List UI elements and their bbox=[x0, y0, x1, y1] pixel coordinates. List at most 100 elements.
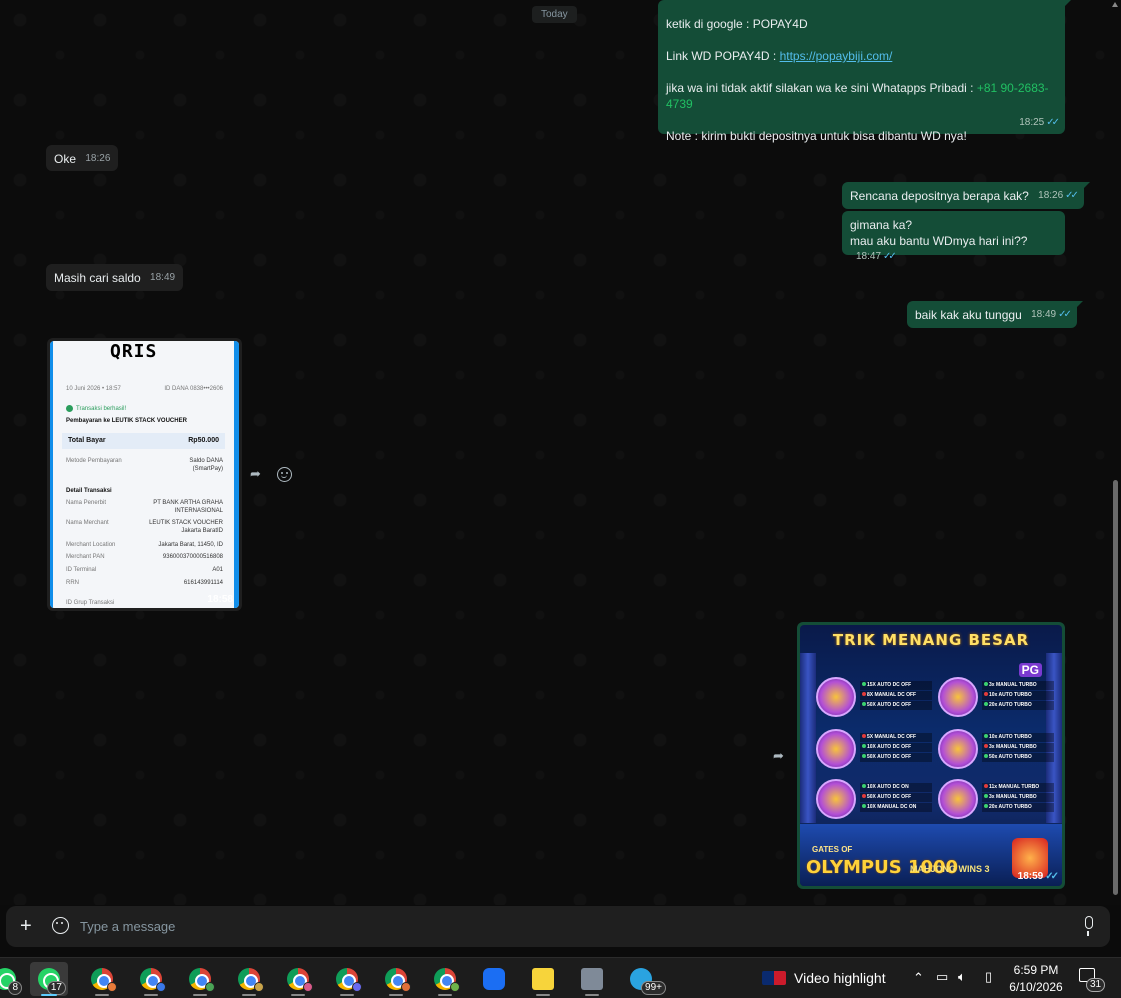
taskbar-app-chrome[interactable] bbox=[83, 962, 121, 996]
image-message-receipt[interactable]: QRIS 10 Juni 2026 • 18:57 ID DANA 0838••… bbox=[47, 338, 242, 611]
running-indicator bbox=[585, 994, 599, 996]
widget-headline[interactable]: Video highlight bbox=[794, 970, 886, 986]
message-incoming[interactable]: Oke 18:26 bbox=[46, 145, 119, 171]
receipt-method-label: Metode Pembayaran bbox=[66, 458, 122, 464]
message-text: Note : kirim bukti depositnya untuk bisa… bbox=[666, 129, 967, 143]
message-line: mau aku bantu WDmya hari ini??18:47 ✓✓ bbox=[850, 233, 1057, 265]
receipt-row-value: LEUTIK STACK VOUCHER Jakarta BaratID bbox=[149, 520, 223, 534]
message-text: baik kak aku tunggu bbox=[915, 308, 1022, 322]
game-card: 11x MANUAL TURBO 3x MANUAL TURBO 20x AUT… bbox=[938, 779, 1056, 823]
message-incoming[interactable]: Masih cari saldo 18:49 bbox=[46, 264, 184, 291]
read-receipt-icon: ✓✓ bbox=[1065, 190, 1079, 201]
message-input[interactable] bbox=[80, 914, 1060, 938]
profile-avatar bbox=[254, 982, 264, 992]
read-receipt-icon: ✓✓ bbox=[1058, 309, 1072, 320]
taskbar-badge: 99+ bbox=[641, 981, 666, 995]
read-receipt-icon: ✓✓ bbox=[1045, 871, 1059, 882]
message-meta: 18:47 ✓✓ bbox=[856, 249, 897, 265]
volume-icon[interactable]: 🔈︎ bbox=[958, 969, 966, 985]
message-text: mau aku bantu WDmya hari ini?? bbox=[850, 234, 1028, 248]
scroll-up-arrow-icon[interactable] bbox=[1112, 2, 1118, 7]
taskbar-app-chrome[interactable] bbox=[377, 962, 415, 996]
receipt-row-value: Jakarta Barat, 11450, ID bbox=[158, 542, 223, 548]
receipt-row: RRN 616143991114 bbox=[66, 579, 223, 587]
chat-panel[interactable]: Today ketik di google : POPAY4D Link WD … bbox=[0, 0, 1121, 905]
receipt-border bbox=[50, 341, 53, 608]
mlb-logo-icon bbox=[762, 971, 786, 985]
network-icon[interactable]: ▭ bbox=[936, 969, 948, 985]
forward-icon[interactable]: ➦ bbox=[773, 748, 784, 764]
running-indicator bbox=[95, 994, 109, 996]
taskbar-app-chrome[interactable] bbox=[279, 962, 317, 996]
taskbar-app-chrome[interactable] bbox=[181, 962, 219, 996]
forward-icon[interactable]: ➦ bbox=[250, 466, 261, 482]
running-indicator bbox=[193, 994, 207, 996]
taskbar-app-chrome[interactable] bbox=[328, 962, 366, 996]
chat-scrollbar-thumb[interactable] bbox=[1113, 480, 1118, 895]
taskbar-app-whatsapp[interactable]: 8 bbox=[0, 962, 24, 996]
chevron-up-icon[interactable]: ⌃ bbox=[913, 970, 924, 986]
attach-plus-icon[interactable]: + bbox=[20, 916, 32, 936]
game-icon bbox=[816, 729, 856, 769]
message-text: Masih cari saldo bbox=[54, 271, 141, 285]
running-indicator bbox=[389, 994, 403, 996]
taskbar-badge: 17 bbox=[46, 981, 66, 995]
taskbar-app-chrome[interactable] bbox=[132, 962, 170, 996]
taskbar-app-chrome[interactable] bbox=[426, 962, 464, 996]
microphone-icon[interactable] bbox=[1085, 916, 1093, 936]
receipt-image[interactable]: QRIS 10 Juni 2026 • 18:57 ID DANA 0838••… bbox=[50, 341, 239, 608]
receipt-header-row: 10 Juni 2026 • 18:57 ID DANA 0838•••2606 bbox=[66, 385, 223, 393]
game-icon bbox=[938, 779, 978, 819]
wd-link[interactable]: https://popaybiji.com/ bbox=[780, 49, 893, 63]
message-outgoing[interactable]: Rencana depositnya berapa kak? 18:26 ✓✓ bbox=[842, 182, 1090, 209]
read-receipt-icon: ✓✓ bbox=[883, 251, 897, 262]
receipt-detail-title-text: Detail Transaksi bbox=[66, 488, 112, 494]
taskbar-app-chrome[interactable] bbox=[230, 962, 268, 996]
clock-date: 6/10/2026 bbox=[1009, 980, 1063, 994]
taskbar-app-whatsapp-active[interactable]: 17 bbox=[30, 962, 68, 996]
system-clock[interactable]: 6:59 PM 6/10/2026 bbox=[1008, 962, 1064, 996]
receipt-status: Transaksi berhasil! bbox=[66, 405, 223, 413]
profile-avatar bbox=[352, 982, 362, 992]
game-card: 15X AUTO DC OFF 8X MANUAL DC OFF 50X AUT… bbox=[816, 677, 934, 721]
receipt-detail-title: Detail Transaksi bbox=[66, 487, 223, 495]
taskbar-app-meta[interactable] bbox=[475, 962, 513, 996]
message-outgoing[interactable]: baik kak aku tunggu 18:49 ✓✓ bbox=[907, 301, 1083, 328]
receipt-border bbox=[234, 341, 239, 608]
game-tips: 11x MANUAL TURBO 3x MANUAL TURBO 20x AUT… bbox=[982, 783, 1054, 813]
sticky-notes-icon bbox=[532, 968, 554, 990]
message-time: 18:49 bbox=[1031, 309, 1057, 320]
active-indicator bbox=[41, 994, 57, 996]
receipt-row: ID Grup Transaksi bbox=[66, 599, 223, 607]
message-line: Note : kirim bukti depositnya untuk bisa… bbox=[666, 117, 1060, 144]
mahjong-logo: MAHJONG WINS 3 bbox=[910, 864, 990, 874]
game-card: 3x MANUAL TURBO 10x AUTO TURBO 20x AUTO … bbox=[938, 677, 1056, 721]
running-indicator bbox=[144, 994, 158, 996]
promo-image[interactable]: TRIK MENANG BESAR PG 15X AUTO DC OFF 8X … bbox=[800, 625, 1062, 886]
message-time: 18:49 bbox=[150, 272, 176, 283]
profile-avatar bbox=[450, 982, 460, 992]
message-time: 18:26 bbox=[1038, 190, 1064, 201]
taskbar-app-sticky-notes[interactable] bbox=[524, 962, 562, 996]
message-time: 18:26 bbox=[85, 153, 111, 164]
message-text: Oke bbox=[54, 152, 77, 166]
game-card: 5X MANUAL DC OFF 10X AUTO DC OFF 50X AUT… bbox=[816, 729, 934, 773]
game-tips: 10X AUTO DC ON 50X AUTO DC OFF 10X MANUA… bbox=[860, 783, 932, 813]
image-message-promo[interactable]: TRIK MENANG BESAR PG 15X AUTO DC OFF 8X … bbox=[797, 622, 1065, 889]
message-outgoing-info[interactable]: ketik di google : POPAY4D Link WD POPAY4… bbox=[658, 0, 1071, 143]
curtain-decoration bbox=[800, 653, 816, 823]
windows-taskbar: 8 17 99+ Video highlight ⌃ ▭ 🔈︎ ▯ 6:59 P… bbox=[0, 957, 1121, 998]
game-card: 10x AUTO TURBO 3x MANUAL TURBO 50x AUTO … bbox=[938, 729, 1056, 773]
profile-avatar bbox=[156, 982, 166, 992]
profile-avatar bbox=[401, 982, 411, 992]
receipt-method-value: Saldo DANA (SmartPay) bbox=[189, 458, 223, 472]
taskbar-app-calculator[interactable] bbox=[573, 962, 611, 996]
message-outgoing[interactable]: gimana ka? mau aku bantu WDmya hari ini?… bbox=[842, 211, 1065, 262]
emoji-react-icon[interactable] bbox=[277, 467, 292, 482]
emoji-sticker-icon[interactable] bbox=[52, 917, 69, 934]
battery-icon[interactable]: ▯ bbox=[985, 969, 992, 985]
check-icon bbox=[66, 405, 73, 412]
taskbar-app-telegram[interactable]: 99+ bbox=[622, 962, 666, 996]
receipt-row: Merchant Location Jakarta Barat, 11450, … bbox=[66, 541, 223, 549]
pg-logo: PG bbox=[1018, 663, 1042, 677]
